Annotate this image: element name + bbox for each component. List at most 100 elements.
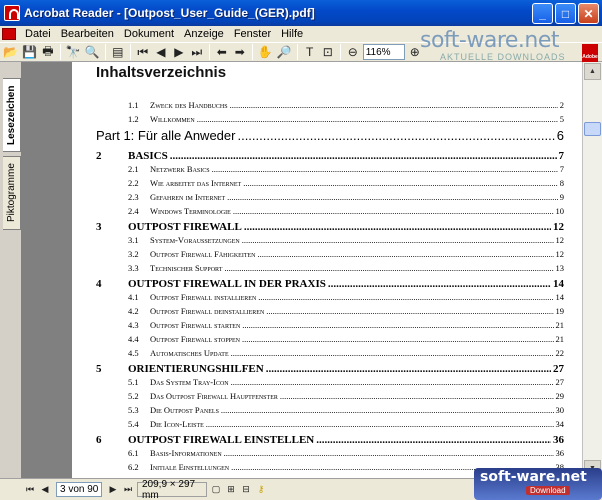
menu-datei[interactable]: Datei	[20, 28, 56, 40]
open-icon[interactable]: 📂	[2, 44, 19, 60]
toc-entry[interactable]: 6 OUTPOST FIREWALL EINSTELLEN 36	[72, 434, 582, 446]
last-page-icon[interactable]: ⏭	[189, 44, 205, 60]
go-back-icon[interactable]: ⬅	[214, 44, 230, 60]
toc-entry-number: 4.2	[128, 306, 139, 316]
toc-leader-dots	[266, 363, 551, 375]
toc-entry[interactable]: 3.1 System-Voraussetzungen 12	[72, 235, 582, 245]
save-icon[interactable]: 💾	[21, 44, 38, 60]
menu-bearbeiten[interactable]: Bearbeiten	[56, 28, 119, 40]
prev-page-status-icon[interactable]: ◀	[39, 483, 51, 497]
toc-entry[interactable]: 5.1 Das System Tray-Icon 27	[72, 377, 582, 387]
acrobat-app-icon[interactable]	[4, 5, 20, 21]
toc-entry[interactable]: 1.2 Willkommen 5	[72, 114, 582, 124]
toc-leader-dots	[224, 263, 553, 273]
toc-leader-dots	[242, 235, 554, 245]
key-icon[interactable]: ⚷	[255, 483, 267, 497]
first-page-status-icon[interactable]: ⏮	[24, 483, 36, 497]
toc-entry[interactable]: 3 OUTPOST FIREWALL 12	[72, 221, 582, 233]
toc-entry[interactable]: 6.1 Basis-Informationen 36	[72, 448, 582, 458]
maximize-button[interactable]: □	[555, 3, 576, 24]
document-menu-icon[interactable]	[2, 28, 16, 40]
snapshot-icon[interactable]: ⊡	[320, 44, 336, 60]
toc-entry-number: 2.2	[128, 178, 139, 188]
last-page-status-icon[interactable]: ⏭	[122, 483, 134, 497]
toc-entry-page: 8	[559, 178, 564, 188]
menu-fenster[interactable]: Fenster	[229, 28, 276, 40]
toc-entry[interactable]: 4.1 Outpost Firewall installieren 14	[72, 292, 582, 302]
document-view[interactable]: Inhaltsverzeichnis 1.1 Zweck des Handbuch…	[22, 62, 582, 478]
toc-leader-dots	[206, 419, 554, 429]
menu-dokument[interactable]: Dokument	[119, 28, 179, 40]
toc-entry[interactable]: 2 BASICS 7	[72, 150, 582, 162]
toc-entry[interactable]: 4.3 Outpost Firewall starten 21	[72, 320, 582, 330]
toc-entry-title: Willkommen	[150, 114, 195, 124]
tab-bookmarks[interactable]: Lesezeichen	[3, 78, 21, 152]
next-page-icon[interactable]: ▶	[171, 44, 187, 60]
toc-entry-title: Die Outpost Panels	[150, 405, 219, 415]
minimize-button[interactable]: _	[532, 3, 553, 24]
toc-entry[interactable]: 4 OUTPOST FIREWALL IN DER PRAXIS 14	[72, 278, 582, 290]
toc-entry-page: 19	[555, 306, 565, 316]
toc-entry[interactable]: 3.2 Outpost Firewall Fähigkeiten 12	[72, 249, 582, 259]
facing-icon[interactable]: ⊟	[240, 483, 252, 497]
toolbar-separator	[129, 44, 131, 60]
next-page-status-icon[interactable]: ▶	[107, 483, 119, 497]
toc-entry[interactable]: 5.3 Die Outpost Panels 30	[72, 405, 582, 415]
toc-entry-number: 4.4	[128, 334, 139, 344]
toc-leader-dots	[212, 164, 558, 174]
adobe-icon[interactable]: Adobe	[582, 44, 598, 62]
toc-entry-page: 34	[555, 419, 565, 429]
toc-entry[interactable]: 2.2 Wie arbeitet das Internet 8	[72, 178, 582, 188]
toc-entry[interactable]: 5.4 Die Icon-Leiste 34	[72, 419, 582, 429]
toc-entry-page: 36	[555, 448, 565, 458]
toc-entry[interactable]: 3.3 Technischer Support 13	[72, 263, 582, 273]
toc-entry-title: OUTPOST FIREWALL EINSTELLEN	[128, 434, 315, 446]
toc-entry[interactable]: 5.2 Das Outpost Firewall Hauptfenster 29	[72, 391, 582, 401]
toc-entry-page: 9	[559, 192, 564, 202]
find-next-icon[interactable]: 🔍	[84, 44, 101, 60]
toc-entry[interactable]: 5 ORIENTIERUNGSHILFEN 27	[72, 363, 582, 375]
toc-entry[interactable]: 4.4 Outpost Firewall stoppen 21	[72, 334, 582, 344]
toc-entry[interactable]: 2.3 Gefahren im Internet 9	[72, 192, 582, 202]
toc-entry[interactable]: 4.5 Automatisches Update 22	[72, 348, 582, 358]
zoom-icon[interactable]: 🔎	[276, 44, 293, 60]
toc-entry[interactable]: 2.4 Windows Terminologie 10	[72, 206, 582, 216]
toc-entry-title: Technischer Support	[150, 263, 223, 273]
tab-thumbnails[interactable]: Piktogramme	[3, 156, 21, 230]
menu-hilfe[interactable]: Hilfe	[276, 28, 308, 40]
menu-anzeige[interactable]: Anzeige	[179, 28, 229, 40]
prev-page-icon[interactable]: ◀	[153, 44, 169, 60]
toc-entry[interactable]: Part 1: Für alle Anweder 6	[72, 128, 582, 143]
close-button[interactable]: ✕	[578, 3, 599, 24]
continuous-icon[interactable]: ⊞	[225, 483, 237, 497]
toolbar-separator	[296, 44, 298, 60]
go-forward-icon[interactable]: ➡	[232, 44, 248, 60]
toc-entry-page: 22	[555, 348, 565, 358]
scroll-up-icon[interactable]: ▲	[584, 63, 601, 80]
toc-entry-title: Outpost Firewall starten	[150, 320, 241, 330]
scroll-thumb[interactable]	[584, 122, 601, 136]
page-number-input[interactable]: 3 von 90	[56, 482, 102, 497]
toc-entry[interactable]: 4.2 Outpost Firewall deinstallieren 19	[72, 306, 582, 316]
print-icon[interactable]: 🖶	[40, 44, 56, 60]
toc-entry-page: 12	[555, 235, 565, 245]
text-select-icon[interactable]: T	[302, 44, 318, 60]
zoom-input[interactable]: 116%	[362, 44, 405, 60]
vertical-scrollbar[interactable]: ▲ ▼	[582, 62, 602, 478]
hand-icon[interactable]: ✋	[257, 44, 274, 60]
toc-entry-page: 21	[555, 334, 565, 344]
toc-entry-page: 12	[555, 249, 565, 259]
toc-entry[interactable]: 2.1 Netzwerk Basics 7	[72, 164, 582, 174]
window-title: Acrobat Reader - [Outpost_User_Guide_(GE…	[24, 6, 315, 20]
zoom-out-icon[interactable]: ⊖	[345, 44, 361, 60]
show-hide-icon[interactable]: ▤	[110, 44, 126, 60]
toc-leader-dots	[231, 348, 554, 358]
single-page-icon[interactable]: ▢	[210, 483, 222, 497]
toc-entry-number: 4.5	[128, 348, 139, 358]
toc-entry[interactable]: 1.1 Zweck des Handbuchs 2	[72, 100, 582, 110]
toc-entry-page: 29	[555, 391, 565, 401]
bottom-watermark-logo-text: soft-ware.net	[480, 469, 587, 485]
toc-entry-title: Wie arbeitet das Internet	[150, 178, 242, 188]
find-icon[interactable]: 🔭	[65, 44, 82, 60]
first-page-icon[interactable]: ⏮	[135, 44, 151, 60]
